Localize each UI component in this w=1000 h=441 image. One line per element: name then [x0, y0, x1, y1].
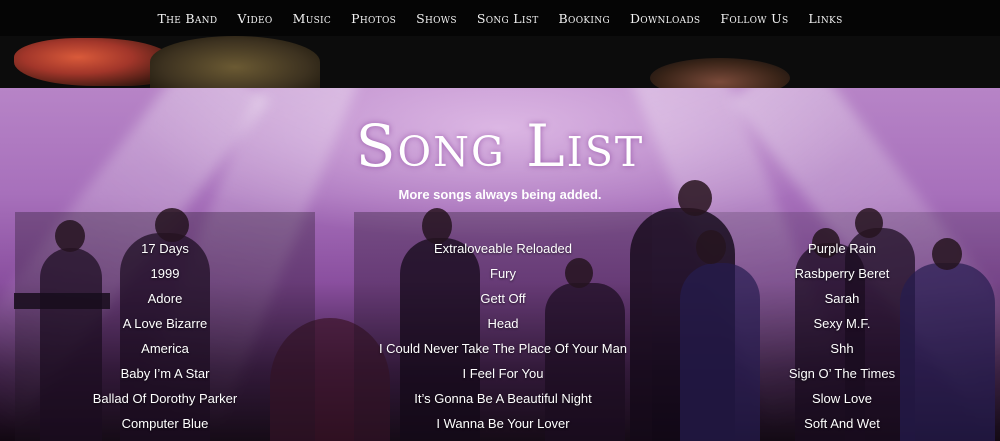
song-item: 1999 — [150, 266, 180, 281]
song-item: I Wanna Be Your Lover — [436, 416, 570, 431]
top-nav: The Band Video Music Photos Shows Song L… — [0, 0, 1000, 36]
song-item: Ballad Of Dorothy Parker — [92, 391, 238, 406]
song-item: I Could Never Take The Place Of Your Man — [378, 341, 628, 356]
song-item: Soft And Wet — [804, 416, 880, 431]
song-item: It’s Gonna Be A Beautiful Night — [414, 391, 592, 406]
song-item: Adore — [147, 291, 183, 306]
nav-item-song-list[interactable]: Song List — [477, 11, 539, 26]
song-list-column-2: Extraloveable Reloaded Fury Gett Off Hea… — [354, 236, 652, 436]
song-list-column-3: Purple Rain Rasbperry Beret Sarah Sexy M… — [752, 236, 932, 436]
nav-item-downloads[interactable]: Downloads — [630, 11, 700, 26]
song-item: Computer Blue — [121, 416, 209, 431]
song-item: Head — [487, 316, 519, 331]
page-title: Song List — [355, 112, 645, 180]
song-item: America — [141, 341, 189, 356]
song-item: 17 Days — [141, 241, 189, 256]
nav-item-the-band[interactable]: The Band — [157, 11, 217, 26]
nav-item-video[interactable]: Video — [237, 11, 272, 26]
song-item: Sign O’ The Times — [788, 366, 896, 381]
song-item: Sexy M.F. — [813, 316, 871, 331]
song-item: Fury — [490, 266, 516, 281]
nav-item-music[interactable]: Music — [293, 11, 332, 26]
song-list-column-1: 17 Days 1999 Adore A Love Bizarre Americ… — [15, 236, 315, 436]
song-item: I Feel For You — [462, 366, 544, 381]
song-item: Slow Love — [812, 391, 872, 406]
nav-item-booking[interactable]: Booking — [559, 11, 610, 26]
song-item: Rasbperry Beret — [794, 266, 890, 281]
song-item: Gett Off — [480, 291, 526, 306]
song-item: Extraloveable Reloaded — [433, 241, 573, 256]
song-item: Sarah — [824, 291, 860, 306]
song-item: A Love Bizarre — [122, 316, 208, 331]
nav-item-photos[interactable]: Photos — [351, 11, 396, 26]
nav-item-links[interactable]: Links — [808, 11, 842, 26]
page-subtitle: More songs always being added. — [398, 187, 602, 202]
song-item: Baby I’m A Star — [120, 366, 210, 381]
song-item: Shh — [830, 341, 854, 356]
nav-item-shows[interactable]: Shows — [416, 11, 457, 26]
nav-item-follow-us[interactable]: Follow Us — [720, 11, 788, 26]
header-photo-strip — [0, 36, 1000, 88]
stage-background-photo: Song List More songs always being added.… — [0, 88, 1000, 441]
song-item: Purple Rain — [808, 241, 876, 256]
header-photo-fragment — [650, 58, 790, 88]
header-photo-hat — [150, 36, 320, 88]
page: The Band Video Music Photos Shows Song L… — [0, 0, 1000, 441]
